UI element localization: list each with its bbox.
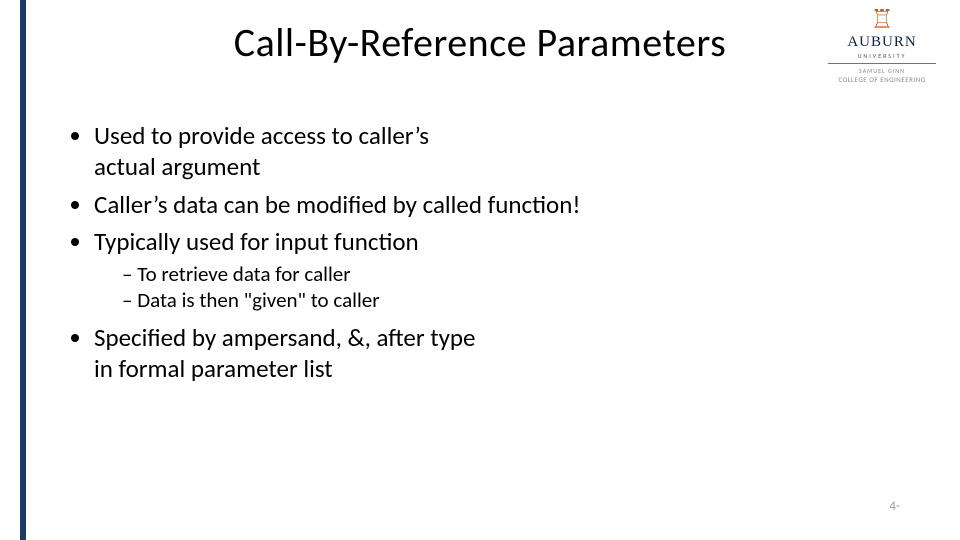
sub-bullet-item: To retrieve data for caller [122, 261, 900, 287]
bullet-item: Typically used for input function To ret… [94, 226, 900, 314]
bullet-item: Used to provide access to caller’s actua… [94, 120, 900, 183]
page-number: 4- [889, 499, 900, 514]
bullet-item: Caller’s data can be modified by called … [94, 189, 900, 220]
bullet-text: in formal parameter list [94, 353, 333, 384]
bullet-item: Specified by ampersand, &, after type in… [94, 322, 900, 385]
bullet-text: Specified by ampersand, &, after type [94, 322, 476, 353]
logo-divider [828, 63, 936, 64]
sub-bullet-item: Data is then "given" to caller [122, 287, 900, 313]
slide-body: Used to provide access to caller’s actua… [70, 120, 900, 390]
logo-university-sub: UNIVERSITY [822, 52, 942, 60]
slide-title: Call-By-Reference Parameters [0, 18, 960, 67]
bullet-text: Typically used for input function [94, 226, 419, 257]
logo-college-pre: SAMUEL GINN [822, 67, 942, 75]
left-accent-bar [20, 0, 26, 540]
university-logo: ♖ AUBURN UNIVERSITY SAMUEL GINN COLLEGE … [822, 6, 942, 84]
tower-icon: ♖ [822, 6, 942, 32]
bullet-text: Caller’s data can be modified by called … [94, 189, 580, 220]
bullet-text: Used to provide access to caller’s [94, 120, 429, 151]
bullet-list: Used to provide access to caller’s actua… [70, 120, 900, 384]
slide: Call-By-Reference Parameters ♖ AUBURN UN… [0, 0, 960, 540]
sub-bullet-text: Data is then "given" to caller [137, 287, 379, 313]
bullet-text: actual argument [94, 151, 260, 182]
sub-bullet-text: To retrieve data for caller [137, 261, 350, 287]
logo-college: COLLEGE OF ENGINEERING [822, 75, 942, 84]
sub-bullet-list: To retrieve data for caller Data is then… [94, 261, 900, 314]
logo-university: AUBURN [822, 34, 942, 51]
